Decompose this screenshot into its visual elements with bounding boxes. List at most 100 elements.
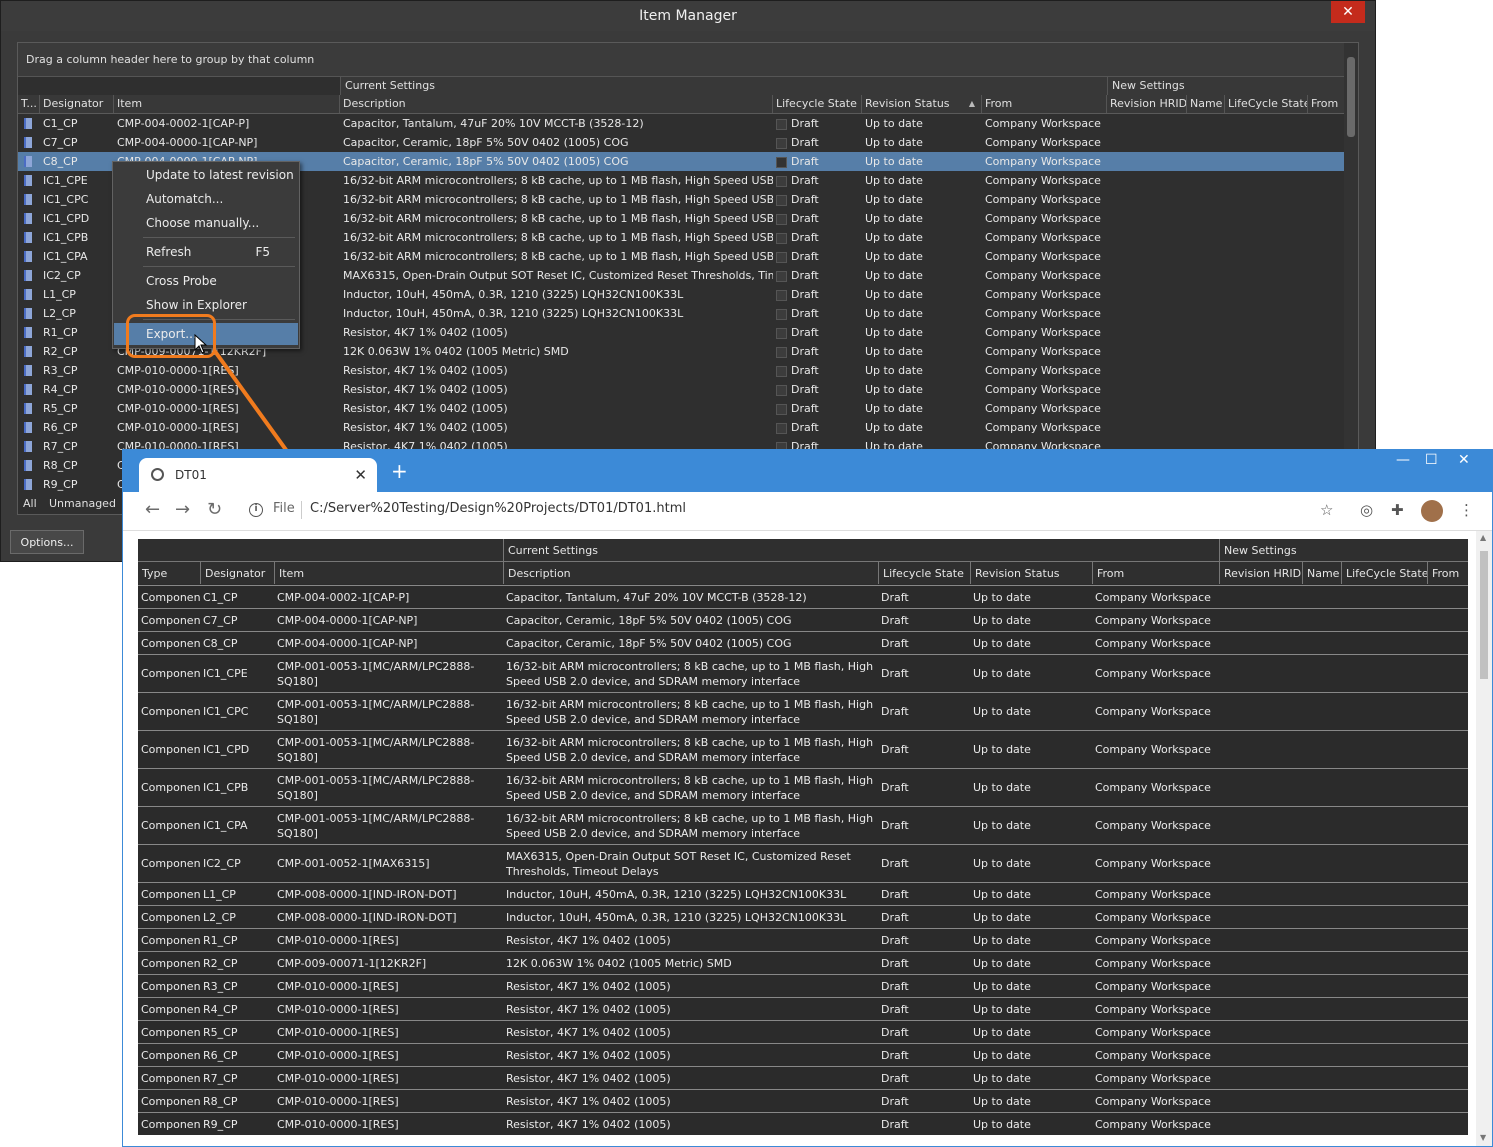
td-item: CMP-010-0000-1[RES] bbox=[277, 1094, 399, 1108]
th-new-from: From bbox=[1427, 562, 1468, 584]
th-lifecycle-state: Lifecycle State bbox=[878, 562, 970, 584]
browser-titlebar: DT01 ✕ + — ☐ ✕ bbox=[123, 450, 1492, 492]
td-description: 16/32-bit ARM microcontrollers; 8 kB cac… bbox=[506, 811, 874, 840]
avatar[interactable] bbox=[1421, 500, 1443, 522]
new-tab-button[interactable]: + bbox=[391, 461, 408, 481]
td-from: Company Workspace bbox=[1095, 910, 1211, 924]
td-lifecycle-state: Draft bbox=[881, 705, 909, 718]
td-type: Component bbox=[141, 1117, 200, 1131]
back-icon[interactable]: ← bbox=[145, 500, 160, 520]
td-from: Company Workspace bbox=[1095, 1117, 1211, 1131]
td-item: CMP-008-0000-1[IND-IRON-DOT] bbox=[277, 887, 457, 901]
td-lifecycle-state: Draft bbox=[881, 887, 909, 901]
td-designator: C7_CP bbox=[203, 613, 238, 627]
td-description: 16/32-bit ARM microcontrollers; 8 kB cac… bbox=[506, 659, 874, 688]
td-item: CMP-010-0000-1[RES] bbox=[277, 979, 399, 993]
td-type: Component bbox=[141, 613, 200, 627]
td-type: Component bbox=[141, 705, 200, 718]
td-revision-status: Up to date bbox=[973, 1025, 1031, 1039]
td-item: CMP-001-0053-1[MC/ARM/LPC2888-SQ180] bbox=[277, 659, 475, 688]
td-revision-status: Up to date bbox=[973, 1002, 1031, 1016]
table-row: Component R9_CP CMP-010-0000-1[RES] Resisto… bbox=[138, 1112, 1468, 1135]
table-row: Component IC1_CPC CMP-001-0053-1[MC/ARM/LP… bbox=[138, 692, 1468, 730]
td-type: Component bbox=[141, 590, 200, 604]
td-designator: R7_CP bbox=[203, 1071, 238, 1085]
td-item: CMP-001-0053-1[MC/ARM/LPC2888-SQ180] bbox=[277, 735, 475, 764]
table-row: Component IC1_CPA CMP-001-0053-1[MC/ARM/LP… bbox=[138, 806, 1468, 844]
bookmark-star-icon[interactable]: ☆ bbox=[1320, 501, 1333, 519]
scroll-up-icon[interactable]: ▲ bbox=[1480, 533, 1486, 542]
th-new-lifecycle-state: LifeCycle State bbox=[1341, 562, 1427, 584]
forward-icon[interactable]: → bbox=[175, 500, 190, 520]
td-item: CMP-001-0053-1[MC/ARM/LPC2888-SQ180] bbox=[277, 773, 475, 802]
td-item: CMP-010-0000-1[RES] bbox=[277, 1025, 399, 1039]
td-designator: R2_CP bbox=[203, 956, 238, 970]
tab-close-icon[interactable]: ✕ bbox=[354, 466, 367, 484]
td-designator: C1_CP bbox=[203, 590, 238, 604]
address-bar[interactable]: C:/Server%20Testing/Design%20Projects/DT… bbox=[310, 501, 686, 516]
td-revision-status: Up to date bbox=[973, 956, 1031, 970]
browser-close-button[interactable]: ✕ bbox=[1458, 452, 1470, 468]
page-scrollbar[interactable]: ▲ ▼ bbox=[1476, 531, 1492, 1146]
th-revision-status: Revision Status bbox=[970, 562, 1092, 584]
td-from: Company Workspace bbox=[1095, 781, 1211, 794]
td-designator: R9_CP bbox=[203, 1117, 238, 1131]
td-from: Company Workspace bbox=[1095, 857, 1211, 870]
file-scheme-label: File bbox=[273, 501, 295, 516]
td-type: Component bbox=[141, 743, 200, 756]
td-description: Resistor, 4K7 1% 0402 (1005) bbox=[506, 1117, 671, 1131]
maximize-button[interactable]: ☐ bbox=[1425, 452, 1438, 468]
table-row: Component L1_CP CMP-008-0000-1[IND-IRON-DO… bbox=[138, 882, 1468, 905]
tab-title: DT01 bbox=[175, 468, 207, 482]
td-from: Company Workspace bbox=[1095, 956, 1211, 970]
td-description: 16/32-bit ARM microcontrollers; 8 kB cac… bbox=[506, 697, 874, 726]
td-designator: L1_CP bbox=[203, 887, 236, 901]
td-lifecycle-state: Draft bbox=[881, 590, 909, 604]
table-row: Component C1_CP CMP-004-0002-1[CAP-P] Capac… bbox=[138, 585, 1468, 608]
info-icon[interactable]: i bbox=[249, 503, 263, 517]
browser-toolbar: ← → ↻ i File C:/Server%20Testing/Design%… bbox=[123, 492, 1492, 531]
browser-tab[interactable]: DT01 ✕ bbox=[139, 458, 377, 492]
td-lifecycle-state: Draft bbox=[881, 1094, 909, 1108]
td-revision-status: Up to date bbox=[973, 590, 1031, 604]
td-description: Resistor, 4K7 1% 0402 (1005) bbox=[506, 979, 671, 993]
table-row: Component C7_CP CMP-004-0000-1[CAP-NP] Capa… bbox=[138, 608, 1468, 631]
td-revision-status: Up to date bbox=[973, 1094, 1031, 1108]
menu-kebab-icon[interactable]: ⋮ bbox=[1459, 501, 1474, 519]
reload-icon[interactable]: ↻ bbox=[207, 500, 222, 520]
td-revision-status: Up to date bbox=[973, 743, 1031, 756]
minimize-button[interactable]: — bbox=[1396, 452, 1410, 468]
td-lifecycle-state: Draft bbox=[881, 781, 909, 794]
page-scrollbar-thumb[interactable] bbox=[1480, 551, 1488, 679]
table-row: Component R3_CP CMP-010-0000-1[RES] Resisto… bbox=[138, 974, 1468, 997]
table-row: Component R6_CP CMP-010-0000-1[RES] Resisto… bbox=[138, 1043, 1468, 1066]
td-lifecycle-state: Draft bbox=[881, 1117, 909, 1131]
td-type: Component bbox=[141, 887, 200, 901]
td-item: CMP-001-0053-1[MC/ARM/LPC2888-SQ180] bbox=[277, 811, 475, 840]
td-revision-status: Up to date bbox=[973, 1071, 1031, 1085]
td-type: Component bbox=[141, 933, 200, 947]
td-description: Resistor, 4K7 1% 0402 (1005) bbox=[506, 1071, 671, 1085]
td-description: 16/32-bit ARM microcontrollers; 8 kB cac… bbox=[506, 735, 874, 764]
table-row: Component IC1_CPE CMP-001-0053-1[MC/ARM/LP… bbox=[138, 654, 1468, 692]
extension-icon[interactable]: ◎ bbox=[1360, 501, 1373, 519]
td-item: CMP-010-0000-1[RES] bbox=[277, 933, 399, 947]
globe-icon bbox=[151, 468, 164, 481]
td-type: Component bbox=[141, 1048, 200, 1062]
td-item: CMP-001-0052-1[MAX6315] bbox=[277, 857, 430, 870]
td-revision-status: Up to date bbox=[973, 636, 1031, 650]
td-lifecycle-state: Draft bbox=[881, 1025, 909, 1039]
th-name: Name bbox=[1302, 562, 1341, 584]
table-row: Component R2_CP CMP-009-00071-1[12KR2F] 12K… bbox=[138, 951, 1468, 974]
td-item: CMP-010-0000-1[RES] bbox=[277, 1117, 399, 1131]
td-designator: R1_CP bbox=[203, 933, 238, 947]
td-revision-status: Up to date bbox=[973, 781, 1031, 794]
puzzle-icon[interactable]: ✚ bbox=[1391, 501, 1404, 519]
scroll-down-icon[interactable]: ▼ bbox=[1480, 1133, 1486, 1142]
td-from: Company Workspace bbox=[1095, 979, 1211, 993]
td-lifecycle-state: Draft bbox=[881, 857, 909, 870]
table-row: Component R5_CP CMP-010-0000-1[RES] Resisto… bbox=[138, 1020, 1468, 1043]
td-revision-status: Up to date bbox=[973, 979, 1031, 993]
td-designator: IC1_CPA bbox=[203, 819, 248, 832]
table-row: Component R8_CP CMP-010-0000-1[RES] Resisto… bbox=[138, 1089, 1468, 1112]
